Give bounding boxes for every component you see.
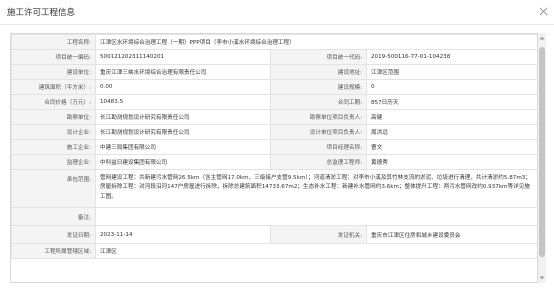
field-value: 857日历天 xyxy=(366,94,537,110)
dialog-header: 施工许可工程信息 xyxy=(0,0,554,25)
info-table-container[interactable]: 工程名称: 江津区水环境综合治理工程（一期）PPP项目（李市小溪水环境综合治理工… xyxy=(10,33,538,283)
field-label: 备注: xyxy=(11,207,96,227)
table-row: 发证日期: 2023-11-14 发证机关: 重庆市江津区住房和城乡建设委员会 xyxy=(11,225,537,245)
field-value: 重庆市江津区住房和城乡建设委员会 xyxy=(366,225,537,245)
field-label: 勘察单位: xyxy=(11,109,96,125)
field-value: 0 xyxy=(366,79,537,95)
table-row: 施工企业: 中建三局集团有限公司 项目经理名称: 曹文 xyxy=(11,139,537,155)
field-value: 长江勘测规划设计研究有限责任公司 xyxy=(95,109,271,125)
field-label: 工程所属管辖区域: xyxy=(11,243,96,260)
field-label: 发证日期: xyxy=(11,225,96,245)
field-label: 工程名称: xyxy=(11,34,96,50)
field-label: 项目统一编码: xyxy=(11,49,96,65)
field-value: 10483.5 xyxy=(95,94,271,110)
info-table: 工程名称: 江津区水环境综合治理工程（一期）PPP项目（李市小溪水环境综合治理工… xyxy=(11,34,537,260)
field-value: 中建三局集团有限公司 xyxy=(95,139,271,155)
table-row: 监理企业: 中科益日建设集团有限公司 总监理工程师: 黄德秀 xyxy=(11,154,537,170)
field-value: 中科益日建设集团有限公司 xyxy=(95,154,271,170)
field-value: 重庆江津三峡水环境综合治理有限责任公司 xyxy=(95,64,271,80)
dialog: 施工许可工程信息 工程名称: 江津区水环境综合治理工程（一期）PPP项目（李市小… xyxy=(0,0,554,292)
field-value: 2019-500116-77-01-104238 xyxy=(366,49,537,65)
close-icon[interactable] xyxy=(539,7,548,16)
table-row: 设计企业: 长江勘测规划设计研究有限责任公司 设计单位项目负责人: 周洪远 xyxy=(11,124,537,140)
table-row: 建设单位: 重庆江津三峡水环境综合治理有限责任公司 建设地址: 江津区范围 xyxy=(11,64,537,80)
field-label: 项目统一代码: xyxy=(270,49,367,65)
field-value xyxy=(95,207,537,227)
table-row: 项目统一编码: 500121202311140201 项目统一代码: 2019-… xyxy=(11,49,537,65)
field-label: 建筑面积（平方米）: xyxy=(11,79,96,95)
field-value: 江津区 xyxy=(95,243,537,260)
table-row: 承包范围: 管网建设工程：共新建污水管网26.5km（含主管网17.0km，三级… xyxy=(11,168,537,209)
vertical-scrollbar[interactable] xyxy=(538,33,546,283)
field-label: 发证机关: xyxy=(270,225,367,245)
table-row: 勘察单位: 长江勘测规划设计研究有限责任公司 勘察单位项目负责人: 高健 xyxy=(11,109,537,125)
field-label: 建设规模: xyxy=(270,79,367,95)
field-value: 0.00 xyxy=(95,79,271,95)
field-label: 施工企业: xyxy=(11,139,96,155)
field-value: 江津区水环境综合治理工程（一期）PPP项目（李市小溪水环境综合治理工程） xyxy=(95,34,537,50)
field-value: 黄德秀 xyxy=(366,154,537,170)
scrollbar-thumb[interactable] xyxy=(539,47,545,257)
field-value: 高健 xyxy=(366,109,537,125)
field-label: 总监理工程师: xyxy=(270,154,367,170)
field-label: 合同价格（万元）: xyxy=(11,94,96,110)
field-value: 2023-11-14 xyxy=(95,225,271,245)
field-label: 监理企业: xyxy=(11,154,96,170)
table-row: 工程名称: 江津区水环境综合治理工程（一期）PPP项目（李市小溪水环境综合治理工… xyxy=(11,34,537,50)
field-value: 周洪远 xyxy=(366,124,537,140)
table-row: 备注: xyxy=(11,207,537,227)
field-label: 项目经理名称: xyxy=(270,139,367,155)
field-label: 建设单位: xyxy=(11,64,96,80)
field-label: 设计企业: xyxy=(11,124,96,140)
table-row: 工程所属管辖区域: 江津区 xyxy=(11,243,537,260)
field-label: 设计单位项目负责人: xyxy=(270,124,367,140)
table-row: 建筑面积（平方米）: 0.00 建设规模: 0 xyxy=(11,79,537,95)
field-value: 江津区范围 xyxy=(366,64,537,80)
table-row: 合同价格（万元）: 10483.5 合同工期: 857日历天 xyxy=(11,94,537,110)
scroll-up-arrow-icon[interactable] xyxy=(539,35,545,41)
field-value: 管网建设工程：共新建污水管网26.5km（含主管网17.0km，三级接户支管9.… xyxy=(95,168,537,209)
field-label: 承包范围: xyxy=(11,168,96,209)
field-value: 500121202311140201 xyxy=(95,49,271,65)
field-value: 曹文 xyxy=(366,139,537,155)
field-value: 长江勘测规划设计研究有限责任公司 xyxy=(95,124,271,140)
field-label: 勘察单位项目负责人: xyxy=(270,109,367,125)
field-label: 建设地址: xyxy=(270,64,367,80)
field-label: 合同工期: xyxy=(270,94,367,110)
scroll-down-arrow-icon[interactable] xyxy=(539,275,545,281)
dialog-title: 施工许可工程信息 xyxy=(7,8,76,18)
